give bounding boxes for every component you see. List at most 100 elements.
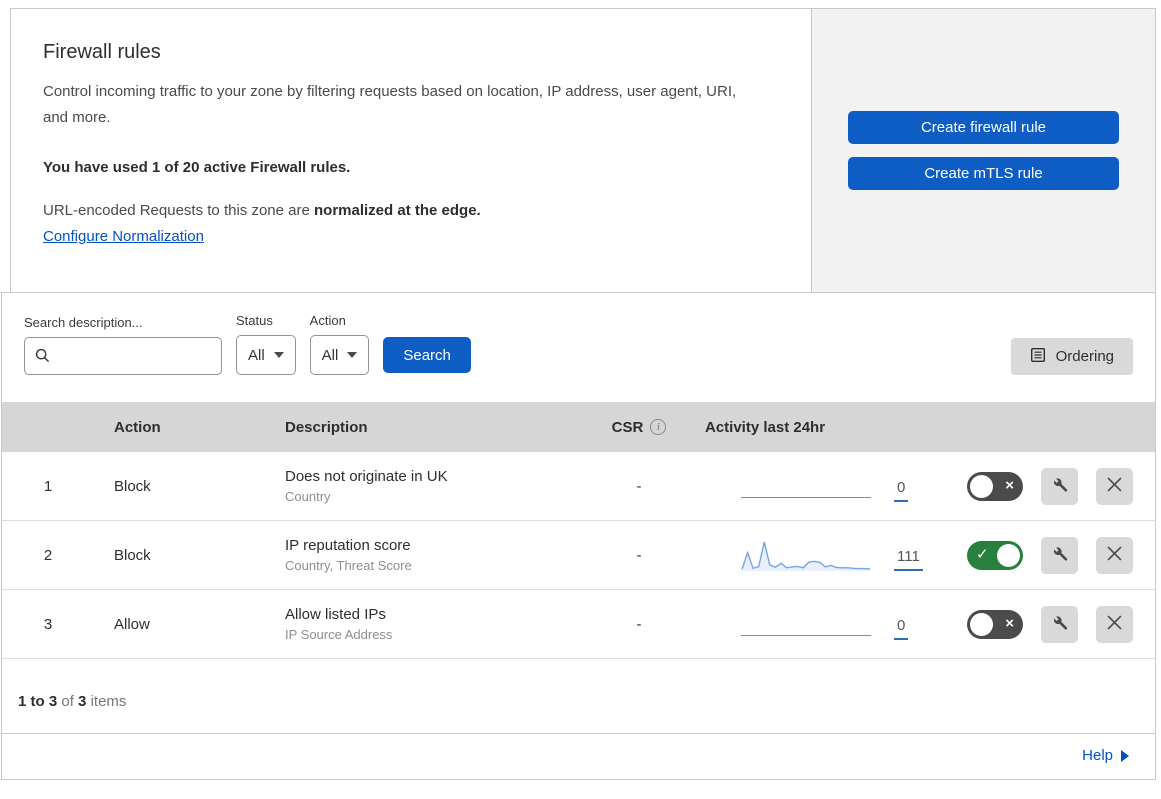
rule-activity-cell: 0 [689,612,929,640]
delete-rule-button[interactable] [1096,536,1133,574]
wrench-icon [1051,545,1068,565]
rule-controls: ✓ × [929,467,1155,505]
search-box [24,337,222,375]
rule-fields: IP Source Address [285,627,393,642]
delete-rule-button[interactable] [1096,605,1133,643]
rule-description-cell: IP reputation score Country, Threat Scor… [264,537,589,573]
column-header-csr: CSR i [589,419,689,436]
action-filter-label: Action [309,313,346,328]
help-link-label: Help [1082,747,1113,764]
rule-fields: Country [285,489,331,504]
actions-side-panel: Create firewall rule Create mTLS rule [812,8,1156,292]
intro-box: Firewall rules Control incoming traffic … [10,8,812,292]
rule-fields: Country, Threat Score [285,558,412,573]
normalization-note: URL-encoded Requests to this zone are no… [43,202,779,245]
rule-priority: 2 [43,546,53,564]
page-description: Control incoming traffic to your zone by… [43,83,737,127]
toggle-knob [970,612,993,636]
ordering-button[interactable]: Ordering [1010,338,1133,375]
edit-rule-button[interactable] [1041,605,1078,643]
activity-count-link[interactable]: 0 [894,479,909,502]
toggle-knob [997,543,1020,567]
rule-priority: 3 [43,615,53,633]
search-label: Search description... [24,315,143,330]
activity-sparkline-flat [741,612,871,636]
arrow-right-icon [1121,749,1129,762]
rule-activity-cell: 111 [689,537,929,573]
usage-note: You have used 1 of 20 active Firewall ru… [43,158,351,176]
items-total: 3 [78,693,87,710]
activity-sparkline-flat [741,474,871,498]
activity-count-link[interactable]: 111 [894,548,923,571]
column-header-action: Action [114,418,161,436]
firewall-rules-page: Firewall rules Control incoming traffic … [0,8,1161,799]
rule-description: Allow listed IPs [285,606,386,623]
table-row: 1 Block Does not originate in UK Country… [2,452,1155,521]
close-icon [1107,546,1122,564]
status-filter-group: Status All [236,313,296,375]
rule-description: IP reputation score [285,537,411,554]
rule-enabled-toggle[interactable]: ✓ × [967,609,1023,639]
rule-controls: ✓ × [929,605,1155,643]
configure-normalization-link[interactable]: Configure Normalization [43,228,204,245]
table-row: 3 Allow Allow listed IPs IP Source Addre… [2,590,1155,659]
page-title: Firewall rules [43,41,161,63]
rule-enabled-toggle[interactable]: ✓ × [967,471,1023,501]
x-icon: × [1005,615,1014,633]
action-filter-group: Action All [309,313,370,375]
activity-count-link[interactable]: 0 [894,617,909,640]
csr-header-label: CSR [611,418,644,436]
close-icon [1107,477,1122,495]
rule-csr-value: - [636,615,642,633]
search-input[interactable] [24,337,222,375]
edit-rule-button[interactable] [1041,536,1078,574]
chevron-down-icon [347,352,358,358]
rule-action: Block [114,546,151,564]
normalization-bold-text: normalized at the edge. [314,201,481,219]
action-selected-value: All [321,346,339,364]
chevron-down-icon [273,352,284,358]
search-button[interactable]: Search [383,337,471,373]
rule-priority: 1 [43,477,53,495]
rule-csr-value: - [636,477,642,495]
rule-description: Does not originate in UK [285,468,448,485]
filter-bar: Search description... Status All Action [2,293,1155,402]
action-filter-select[interactable]: All [309,335,370,375]
info-icon[interactable]: i [650,419,667,435]
table-header-row: Action Description CSR i Activity last 2… [2,402,1155,452]
items-range: 1 to 3 [18,693,58,710]
status-selected-value: All [248,346,265,364]
search-group: Search description... [24,315,222,375]
status-filter-select[interactable]: All [236,335,296,375]
rules-list-card: Search description... Status All Action [1,292,1156,780]
rule-activity-cell: 0 [689,474,929,502]
rule-action: Allow [114,615,150,633]
x-icon: × [1005,477,1014,495]
items-of-text: of [61,693,74,710]
close-icon [1107,615,1122,633]
edit-rule-button[interactable] [1041,467,1078,505]
rule-csr-value: - [636,546,642,564]
ordering-button-label: Ordering [1055,348,1114,365]
help-link[interactable]: Help [1082,747,1129,764]
column-header-description: Description [285,418,368,436]
pagination-summary: 1 to 3 of 3 items [2,659,1155,734]
rule-description-cell: Allow listed IPs IP Source Address [264,606,589,642]
table-row: 2 Block IP reputation score Country, Thr… [2,521,1155,590]
wrench-icon [1051,476,1068,496]
create-mtls-rule-button[interactable]: Create mTLS rule [848,157,1119,190]
items-label: items [90,693,127,710]
help-row: Help [2,734,1155,779]
rule-controls: ✓ × [929,536,1155,574]
toggle-knob [970,474,993,498]
rule-enabled-toggle[interactable]: ✓ × [967,540,1023,570]
top-section: Firewall rules Control incoming traffic … [10,8,1156,292]
ordering-list-icon [1030,347,1046,367]
create-firewall-rule-button[interactable]: Create firewall rule [848,111,1119,144]
rule-description-cell: Does not originate in UK Country [264,468,589,504]
activity-sparkline-chart [741,537,871,573]
rule-action: Block [114,477,151,495]
delete-rule-button[interactable] [1096,467,1133,505]
check-icon: ✓ [976,546,989,564]
normalization-text: URL-encoded Requests to this zone are [43,201,314,219]
